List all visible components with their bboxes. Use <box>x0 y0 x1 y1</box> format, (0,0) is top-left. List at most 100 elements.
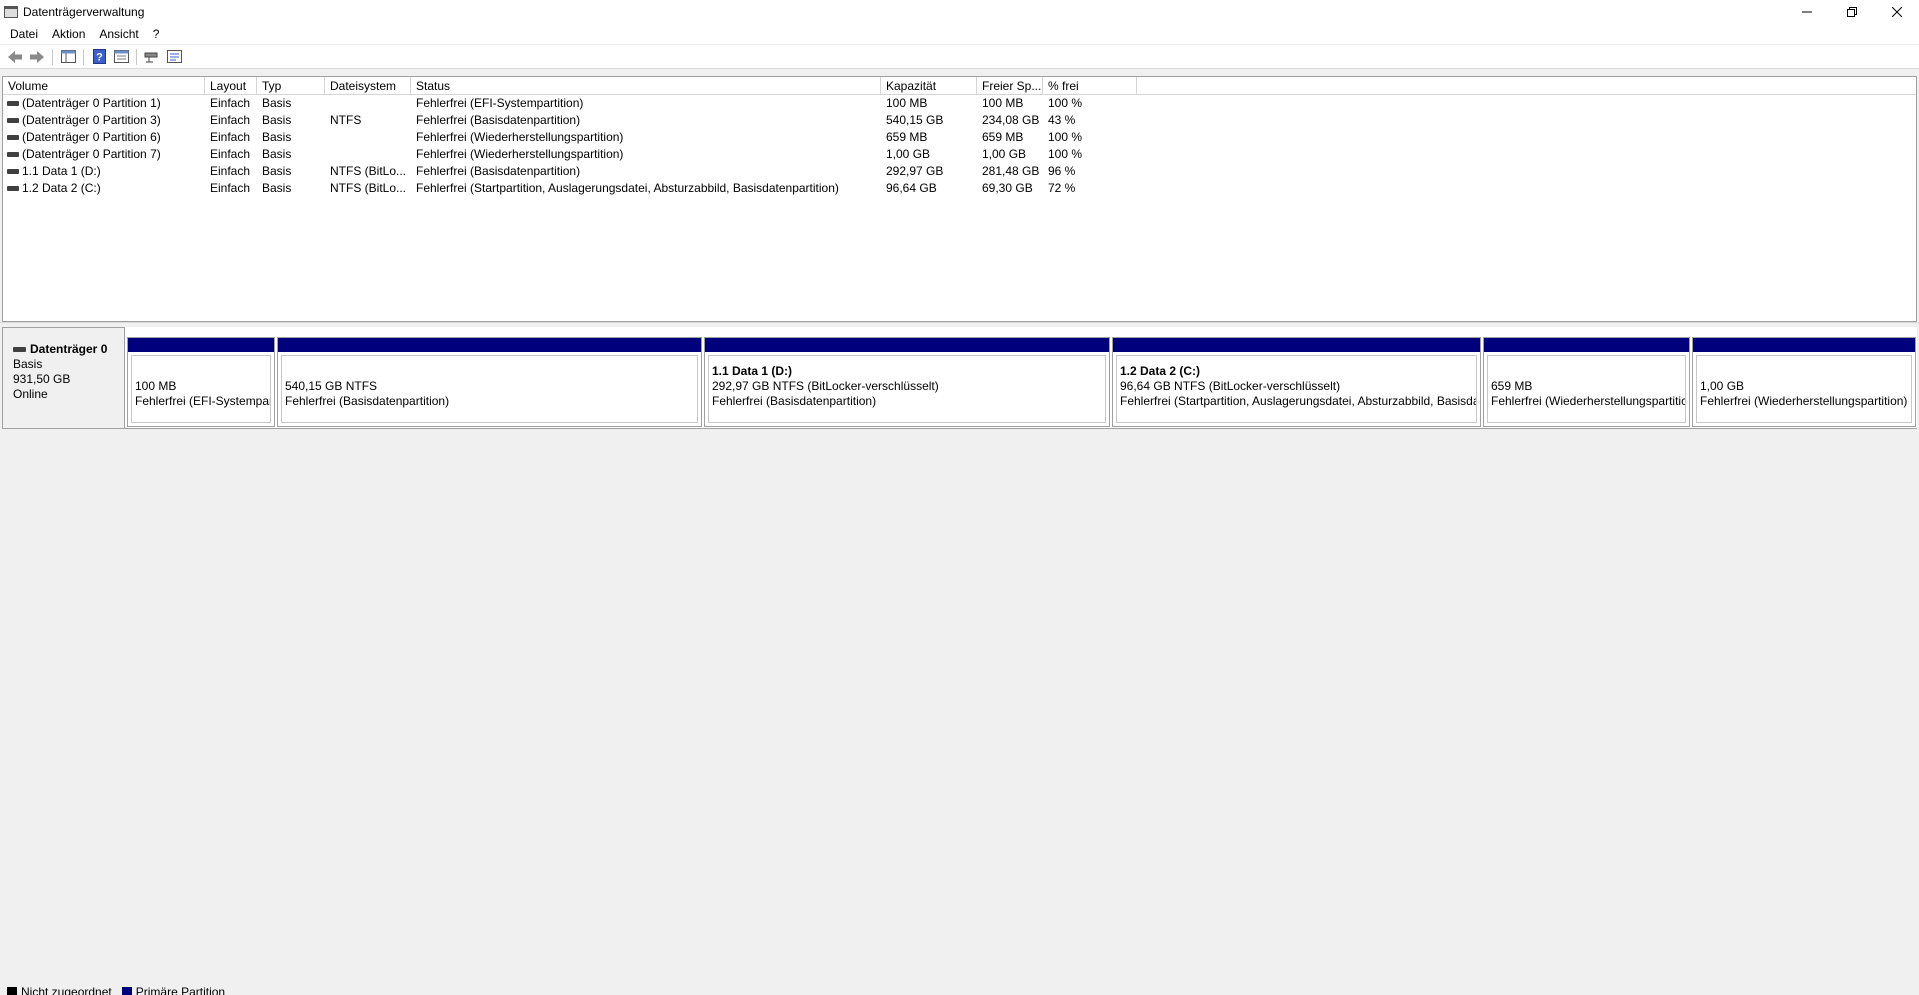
partition-3[interactable]: 540,15 GB NTFS Fehlerfrei (Basisdatenpar… <box>277 337 702 427</box>
partition-size: 96,64 GB NTFS (BitLocker-verschlüsselt) <box>1120 379 1341 393</box>
cell-kapazitaet: 96,64 GB <box>886 181 937 195</box>
back-button[interactable] <box>4 47 26 67</box>
restore-icon <box>1846 7 1857 17</box>
volume-name: (Datenträger 0 Partition 3) <box>22 113 161 127</box>
volume-icon <box>7 186 19 191</box>
disk-graphical-view: Datenträger 0 Basis 931,50 GB Online 100… <box>2 327 1917 429</box>
disk-info-panel[interactable]: Datenträger 0 Basis 931,50 GB Online <box>2 327 125 429</box>
menu-aktion[interactable]: Aktion <box>45 24 92 44</box>
volume-row[interactable]: (Datenträger 0 Partition 1) Einfach Basis F… <box>3 95 1916 112</box>
volume-name: (Datenträger 0 Partition 6) <box>22 130 161 144</box>
partition-efi[interactable]: 100 MB Fehlerfrei (EFI-Systempart <box>127 337 275 427</box>
legend-label: Primäre Partition <box>135 985 226 995</box>
cell-layout: Einfach <box>210 113 251 127</box>
partition-body: 540,15 GB NTFS Fehlerfrei (Basisdatenpar… <box>281 355 698 423</box>
volume-row[interactable]: (Datenträger 0 Partition 3) Einfach Basis N… <box>3 112 1916 129</box>
menu-ansicht[interactable]: Ansicht <box>92 24 145 44</box>
disk-icon <box>13 347 26 352</box>
legend-item-primary: Primäre Partition <box>121 985 226 995</box>
settings-button[interactable] <box>163 47 185 67</box>
partition-size: 659 MB <box>1491 379 1533 393</box>
column-header-dateisystem[interactable]: Dateisystem <box>325 77 411 95</box>
column-header-status[interactable]: Status <box>411 77 881 95</box>
column-header-prozent-frei[interactable]: % frei <box>1043 77 1137 95</box>
partition-status: Fehlerfrei (Basisdatenpartition) <box>712 394 877 408</box>
cell-prozent-frei: 100 % <box>1048 147 1083 161</box>
column-header-volume[interactable]: Volume <box>3 77 205 95</box>
cell-typ: Basis <box>262 113 292 127</box>
legend-label: Nicht zugeordnet <box>21 985 112 995</box>
column-header-freier-speicher[interactable]: Freier Sp... <box>977 77 1043 95</box>
volume-name: (Datenträger 0 Partition 1) <box>22 96 161 110</box>
partition-status: Fehlerfrei (Startpartition, Auslagerungs… <box>1120 394 1477 408</box>
toolbar-separator <box>136 48 137 65</box>
partition-7[interactable]: 1,00 GB Fehlerfrei (Wiederherstellungspa… <box>1692 337 1916 427</box>
volume-name: 1.1 Data 1 (D:) <box>22 164 101 178</box>
cell-freier-speicher: 100 MB <box>982 96 1024 110</box>
restore-button[interactable] <box>1829 0 1874 24</box>
menu-datei[interactable]: Datei <box>3 24 45 44</box>
cell-layout: Einfach <box>210 96 251 110</box>
forward-button[interactable] <box>26 47 48 67</box>
disk-size: 931,50 GB <box>13 372 71 386</box>
volume-row[interactable]: 1.2 Data 2 (C:) Einfach Basis NTFS (BitLo..… <box>3 180 1916 197</box>
help-button[interactable]: ? <box>88 47 110 67</box>
properties-button[interactable] <box>110 47 132 67</box>
menu-help[interactable]: ? <box>146 24 167 44</box>
volume-icon <box>7 169 19 174</box>
cell-dateisystem: NTFS (BitLo... <box>330 164 407 178</box>
cell-kapazitaet: 540,15 GB <box>886 113 944 127</box>
partition-name <box>1700 364 1911 379</box>
column-header-typ[interactable]: Typ <box>257 77 325 95</box>
partition-data1-d[interactable]: 1.1 Data 1 (D:) 292,97 GB NTFS (BitLocke… <box>704 337 1110 427</box>
partition-body: 100 MB Fehlerfrei (EFI-Systempart <box>131 355 271 423</box>
partition-6[interactable]: 659 MB Fehlerfrei (Wiederherstellungspar… <box>1483 337 1690 427</box>
column-header-filler <box>1137 77 1916 95</box>
disk-state: Online <box>13 387 48 401</box>
cell-dateisystem <box>325 95 411 112</box>
cell-layout: Einfach <box>210 147 251 161</box>
back-arrow-icon <box>8 50 22 63</box>
partition-name <box>1491 364 1685 379</box>
volume-row[interactable]: (Datenträger 0 Partition 7) Einfach Basis F… <box>3 146 1916 163</box>
connect-drive-icon <box>144 52 158 62</box>
column-header-kapazitaet[interactable]: Kapazität <box>881 77 977 95</box>
partition-name <box>135 364 270 379</box>
partition-bar <box>1693 338 1915 352</box>
svg-text:?: ? <box>96 52 103 64</box>
partition-status: Fehlerfrei (EFI-Systempart <box>135 394 271 408</box>
cell-freier-speicher: 1,00 GB <box>982 147 1027 161</box>
partition-status: Fehlerfrei (Wiederherstellungspartitic <box>1491 394 1686 408</box>
volume-row[interactable]: (Datenträger 0 Partition 6) Einfach Basis F… <box>3 129 1916 146</box>
legend-swatch <box>7 987 17 995</box>
column-header-layout[interactable]: Layout <box>205 77 257 95</box>
disk-name: Datenträger 0 <box>30 342 108 356</box>
disk-management-app-icon <box>4 6 18 18</box>
partition-status: Fehlerfrei (Wiederherstellungspartition) <box>1700 394 1908 408</box>
partition-body: 1,00 GB Fehlerfrei (Wiederherstellungspa… <box>1696 355 1912 423</box>
legend-swatch <box>121 987 132 995</box>
help-icon: ? <box>92 49 106 64</box>
settings-icon <box>166 50 182 63</box>
toolbar-separator <box>52 48 53 65</box>
partition-bar <box>278 338 701 352</box>
cell-layout: Einfach <box>210 130 251 144</box>
cell-prozent-frei: 43 % <box>1048 113 1076 127</box>
minimize-button[interactable] <box>1784 0 1829 24</box>
cell-volume: (Datenträger 0 Partition 1) <box>3 95 205 112</box>
cell-typ: Basis <box>262 147 292 161</box>
console-tree-button[interactable] <box>57 47 79 67</box>
volume-row[interactable]: 1.1 Data 1 (D:) Einfach Basis NTFS (BitLo..… <box>3 163 1916 180</box>
close-button[interactable] <box>1874 0 1919 24</box>
cell-prozent-frei: 96 % <box>1048 164 1076 178</box>
connect-drive-button[interactable] <box>141 47 163 67</box>
partition-data2-c[interactable]: 1.2 Data 2 (C:) 96,64 GB NTFS (BitLocker… <box>1112 337 1481 427</box>
cell-volume: 1.2 Data 2 (C:) <box>3 180 205 197</box>
cell-dateisystem <box>325 146 411 163</box>
cell-kapazitaet: 292,97 GB <box>886 164 944 178</box>
cell-dateisystem <box>325 129 411 146</box>
cell-typ: Basis <box>262 96 292 110</box>
volume-list[interactable]: Volume Layout Typ Dateisystem Status Kap… <box>2 76 1917 322</box>
volume-list-header: Volume Layout Typ Dateisystem Status Kap… <box>3 77 1916 95</box>
volume-icon <box>7 135 19 140</box>
